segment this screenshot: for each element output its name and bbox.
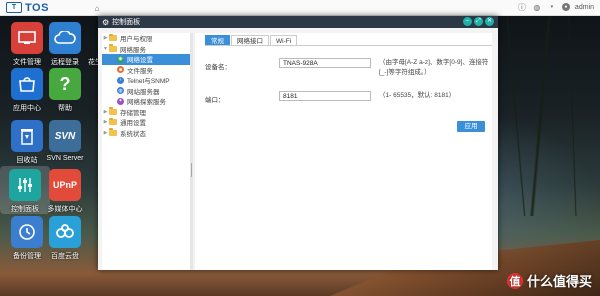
sidebar-item-label: 用户与权限	[120, 36, 153, 44]
globe-icon[interactable]: ◍	[532, 2, 542, 12]
watermark: 值 什么值得买	[506, 271, 592, 290]
app-store-icon	[11, 68, 43, 100]
window-controls: – ⤢ ✕	[463, 17, 494, 26]
settings-tabs: 常规 网络接口 Wi-Fi	[205, 35, 492, 46]
desktop-icon-label: 帮助	[58, 105, 72, 112]
watermark-badge: 值	[506, 272, 523, 289]
gear-icon: ⚙	[102, 17, 110, 27]
maximize-icon[interactable]: ⤢	[474, 17, 483, 26]
upnp-icon: UPnP	[49, 169, 81, 201]
sidebar-item-label: 网络设置	[127, 57, 153, 65]
username-label[interactable]: admin	[575, 4, 594, 11]
tab-network-interface[interactable]: 网络接口	[231, 35, 269, 45]
sidebar-splitter[interactable]	[190, 33, 193, 270]
folder-icon	[109, 128, 117, 136]
window-body: ▶ 用户与权限 ▼ 网络服务 ◉ 网络设置 ■ 文件服务 › Telnet与SN…	[98, 28, 498, 270]
chevron-down-icon: ▼	[103, 45, 108, 52]
port-row: 端口： （1- 65535，默认: 8181）	[205, 91, 489, 104]
device-name-hint: （由字母[A-Z a-z]、数字[0-9]、连接符[_-]等字符组成。）	[379, 59, 489, 76]
device-name-label: 设备名：	[205, 64, 231, 71]
desktop-icon-label: SVN Server	[46, 155, 84, 162]
svn-icon: SVN	[49, 120, 81, 152]
sidebar-item-users[interactable]: ▶ 用户与权限	[102, 33, 190, 44]
desktop-icon-baidu-cloud[interactable]: 百度云盘	[40, 216, 90, 261]
tab-wifi[interactable]: Wi-Fi	[270, 35, 298, 45]
device-name-row: 设备名： （由字母[A-Z a-z]、数字[0-9]、连接符[_-]等字符组成。…	[205, 58, 489, 78]
sidebar-item-system-status[interactable]: ▶ 系统状态	[102, 128, 190, 139]
apply-button[interactable]: 应用	[457, 121, 485, 132]
device-name-field[interactable]	[279, 58, 371, 68]
watermark-text: 什么值得买	[526, 274, 592, 289]
chevron-right-icon: ▶	[103, 35, 108, 42]
minimize-icon[interactable]: –	[463, 17, 472, 26]
cloud-icon	[49, 22, 81, 54]
file-service-icon: ■	[117, 66, 124, 74]
user-avatar-icon[interactable]: ●	[561, 3, 570, 11]
top-bar-right: ⓘ ◍ ▾ ● admin	[517, 2, 594, 12]
sidebar-item-network-settings[interactable]: ◉ 网络设置	[102, 54, 190, 65]
sidebar-item-network-discovery[interactable]: ✦ 网络探索服务	[102, 96, 190, 107]
port-label: 端口：	[205, 97, 225, 104]
folder-icon	[109, 33, 117, 42]
desktop-icon-remote-login[interactable]: 远程登录	[40, 22, 90, 67]
tos-logo-badge: T	[6, 2, 22, 13]
control-panel-window: ⚙ 控制面板 – ⤢ ✕ ▶ 用户与权限 ▼ 网络服务 ◉ 网络设置 ■ 文件服…	[98, 16, 498, 270]
port-hint: （1- 65535，默认: 8181）	[379, 92, 456, 99]
folder-icon	[109, 44, 117, 52]
terminal-icon: ›	[117, 76, 124, 84]
chevron-down-icon[interactable]: ▾	[547, 2, 557, 12]
settings-sidebar: ▶ 用户与权限 ▼ 网络服务 ◉ 网络设置 ■ 文件服务 › Telnet与SN…	[102, 33, 190, 270]
desktop-icon-media-center[interactable]: UPnP 多媒体中心	[40, 169, 90, 214]
window-title-bar[interactable]: ⚙ 控制面板 – ⤢ ✕	[98, 16, 498, 28]
sidebar-item-label: 网络探索服务	[127, 99, 166, 107]
sidebar-item-telnet-snmp[interactable]: › Telnet与SNMP	[102, 75, 190, 86]
settings-content: 常规 网络接口 Wi-Fi 设备名： （由字母[A-Z a-z]、数字[0-9]…	[195, 33, 492, 270]
top-bar: T TOS ⌂ ⓘ ◍ ▾ ● admin	[0, 0, 600, 16]
tos-logo-text: TOS	[25, 1, 49, 14]
help-icon: ?	[49, 68, 81, 100]
sidebar-item-label: 网站服务器	[127, 88, 160, 96]
sidebar-item-general[interactable]: ▶ 通用设置	[102, 117, 190, 128]
desktop-icon-label: 多媒体中心	[47, 206, 83, 213]
chevron-right-icon: ▶	[103, 129, 108, 136]
sidebar-item-label: 系统状态	[120, 130, 146, 138]
desktop-icon-svn-server[interactable]: SVN SVN Server	[40, 120, 90, 162]
tab-general[interactable]: 常规	[205, 35, 230, 45]
globe-icon: ◍	[117, 87, 124, 95]
sliders-icon	[9, 169, 41, 201]
sidebar-item-label: 网络服务	[120, 46, 146, 54]
desktop-icon-label: 百度云盘	[51, 253, 79, 260]
sidebar-item-web-server[interactable]: ◍ 网站服务器	[102, 86, 190, 97]
folder-icon	[109, 117, 117, 126]
desktop-icon-label: 远程登录	[51, 59, 79, 66]
folder-icon	[109, 107, 117, 115]
discovery-icon: ✦	[117, 97, 124, 105]
chevron-right-icon: ▶	[103, 108, 108, 115]
sidebar-item-storage[interactable]: ▶ 存储管理	[102, 107, 190, 118]
close-icon[interactable]: ✕	[485, 17, 494, 26]
sidebar-item-label: 通用设置	[120, 120, 146, 128]
window-title: 控制面板	[112, 19, 141, 26]
desktop-icon-help[interactable]: ? 帮助	[40, 68, 90, 113]
tos-logo[interactable]: T TOS	[6, 2, 49, 14]
monitor-icon	[11, 22, 43, 54]
home-icon[interactable]: ⌂	[92, 3, 102, 13]
recycle-bin-icon	[11, 120, 43, 152]
sidebar-item-network-services[interactable]: ▼ 网络服务	[102, 44, 190, 55]
baidu-cloud-icon	[49, 216, 81, 248]
network-icon: ◉	[117, 55, 124, 63]
backup-clock-icon	[11, 216, 43, 248]
wallpaper-trees	[500, 16, 600, 216]
sidebar-item-file-services[interactable]: ■ 文件服务	[102, 65, 190, 76]
chevron-right-icon: ▶	[103, 119, 108, 126]
info-icon[interactable]: ⓘ	[517, 2, 527, 12]
sidebar-item-label: 文件服务	[127, 67, 153, 75]
port-field[interactable]	[279, 91, 371, 101]
sidebar-item-label: 存储管理	[120, 109, 146, 117]
sidebar-item-label: Telnet与SNMP	[127, 78, 170, 86]
